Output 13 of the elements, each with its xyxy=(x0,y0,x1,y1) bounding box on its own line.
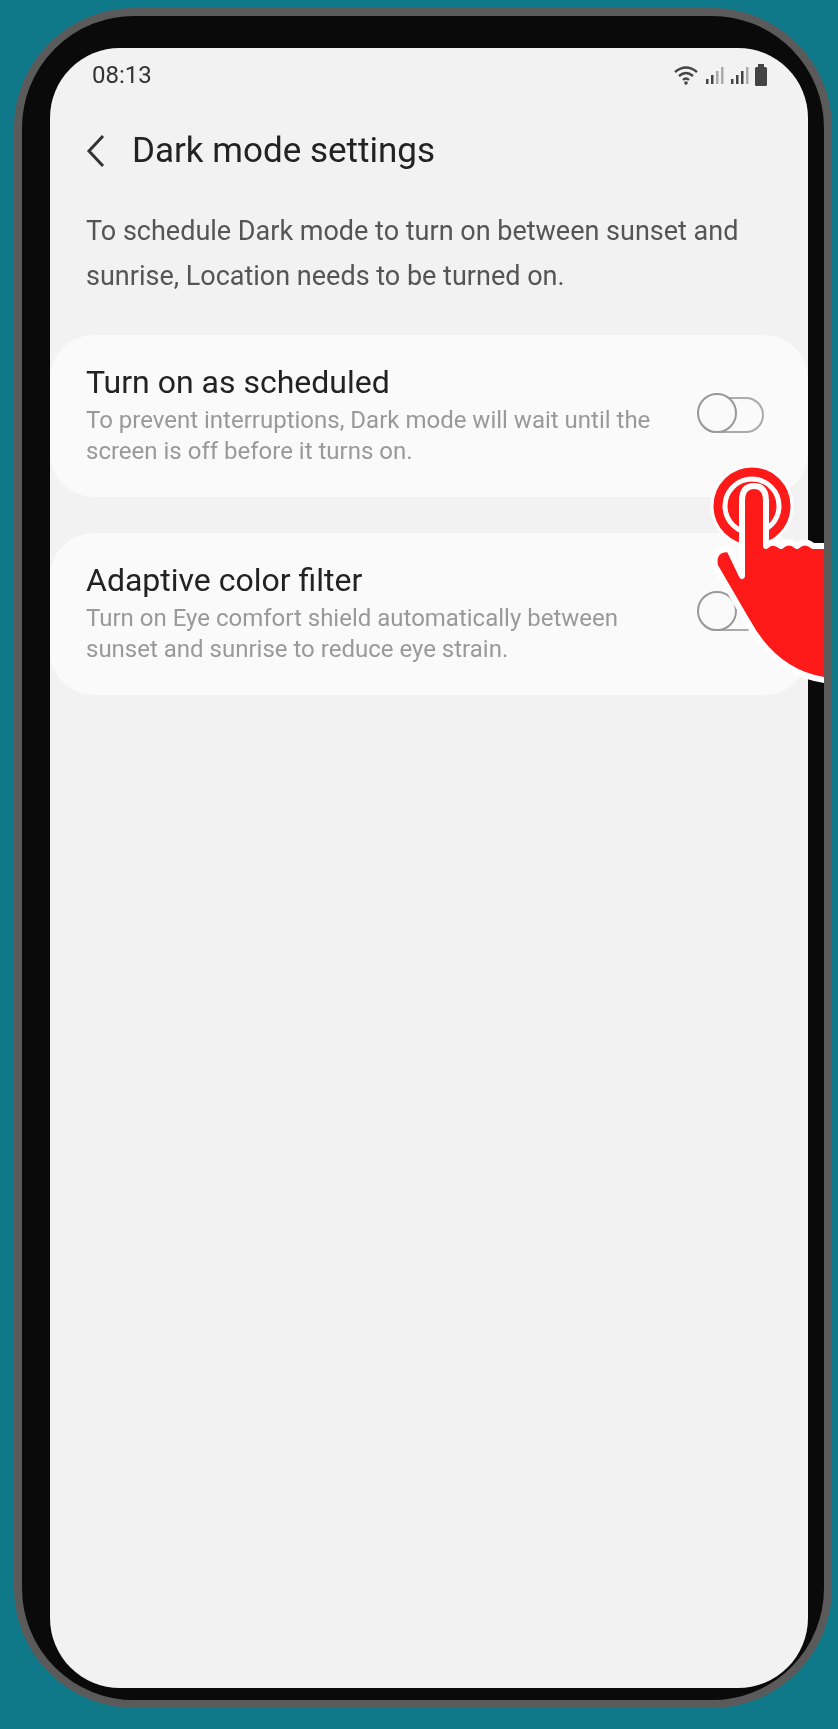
setting-title: Adaptive color filter xyxy=(86,561,364,599)
wifi-icon xyxy=(673,65,699,85)
page-title: Dark mode settings xyxy=(132,130,435,171)
battery-icon xyxy=(754,64,768,86)
setting-title: Turn on as scheduled xyxy=(86,363,391,401)
signal-icon xyxy=(729,65,749,85)
setting-card[interactable]: Turn on as scheduled To prevent interruptions, Dark mode will wait until the screen is off before it turns on. xyxy=(50,335,808,497)
setting-subtitle: Turn on Eye comfort shield automatically between sunset and sunrise to reduce eye strain. xyxy=(86,603,619,665)
status-time: 08:13 xyxy=(92,61,152,89)
description-text: To schedule Dark mode to turn on between sunset and sunrise, Location needs to be turned on. xyxy=(86,214,740,294)
back-button[interactable] xyxy=(86,133,106,168)
signal-icon xyxy=(704,65,724,85)
setting-subtitle: To prevent interruptions, Dark mode will wait until the screen is off before it turns on. xyxy=(86,405,652,467)
